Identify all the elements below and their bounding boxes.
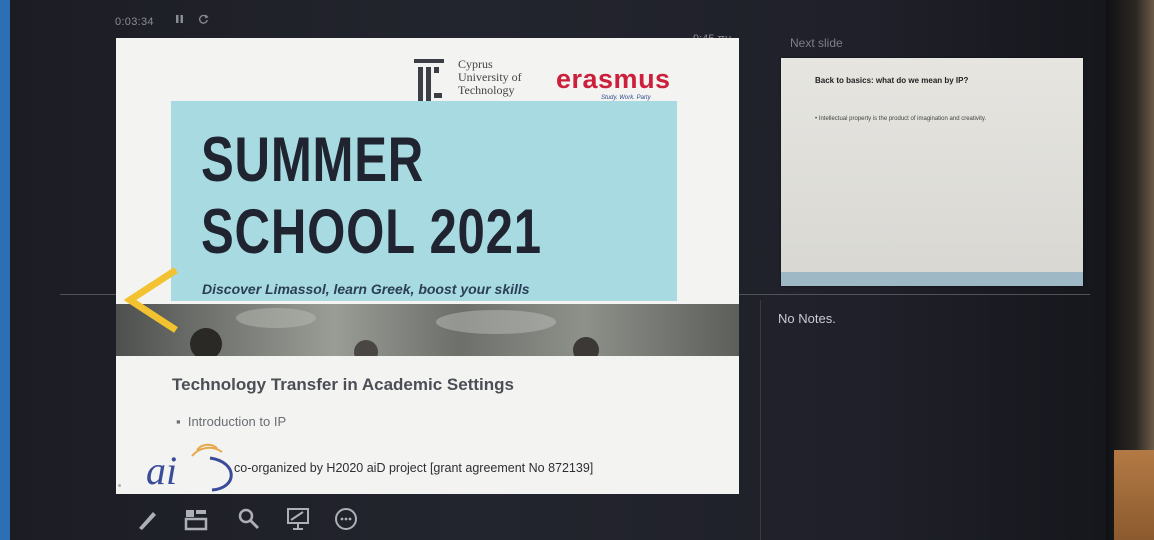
next-slide-bullet: • Intellectual property is the product o…	[815, 116, 987, 122]
next-slide-bullet-text: Intellectual property is the product of …	[818, 116, 987, 122]
slide-tagline: Discover Limassol, learn Greek, boost yo…	[202, 281, 530, 297]
university-name: Cyprus University of Technology	[458, 58, 522, 97]
left-window-edge	[0, 0, 10, 540]
erasmus-logo: erasmus	[556, 64, 671, 94]
pen-icon[interactable]	[135, 506, 165, 536]
screen-icon[interactable]	[285, 506, 315, 536]
elapsed-timer: 0:03:34	[115, 16, 154, 28]
slides-grid-icon[interactable]	[183, 506, 213, 536]
more-options-icon[interactable]	[333, 506, 363, 536]
aid-logo-icon: ai	[142, 436, 242, 494]
slide-title-line: SCHOOL 2021	[201, 197, 542, 267]
cursor-dot	[118, 484, 121, 487]
next-slide-preview[interactable]: Back to basics: what do we mean by IP? •…	[781, 58, 1083, 286]
university-name-line: Technology	[458, 83, 515, 97]
slide-bullet-text: Introduction to IP	[187, 414, 287, 429]
aid-logo-text: ai	[146, 448, 177, 493]
slide-bullet: ▪ Introduction to IP	[176, 414, 287, 429]
students-photo	[116, 304, 739, 364]
next-slide-label: Next slide	[790, 36, 843, 50]
slide-heading: Technology Transfer in Academic Settings	[172, 375, 514, 394]
slide-title-line: SUMMER	[201, 125, 425, 195]
slide-title: SUMMER SCHOOL 2021	[201, 124, 542, 268]
cut-logo-icon	[414, 57, 444, 103]
next-slide-title: Back to basics: what do we mean by IP?	[815, 76, 969, 85]
back-arrow-icon[interactable]	[116, 266, 186, 341]
reset-timer-icon[interactable]	[198, 14, 209, 28]
speaker-notes[interactable]: No Notes.	[778, 311, 836, 326]
pause-icon[interactable]	[175, 14, 184, 27]
desk-background	[1114, 450, 1154, 540]
current-slide: Cyprus University of Technology erasmus …	[116, 38, 739, 494]
co-organized-note: co-organized by H2020 aiD project [grant…	[234, 461, 594, 475]
notes-divider	[760, 300, 761, 540]
zoom-icon[interactable]	[236, 506, 266, 536]
next-slide-footer-strip	[781, 272, 1083, 286]
